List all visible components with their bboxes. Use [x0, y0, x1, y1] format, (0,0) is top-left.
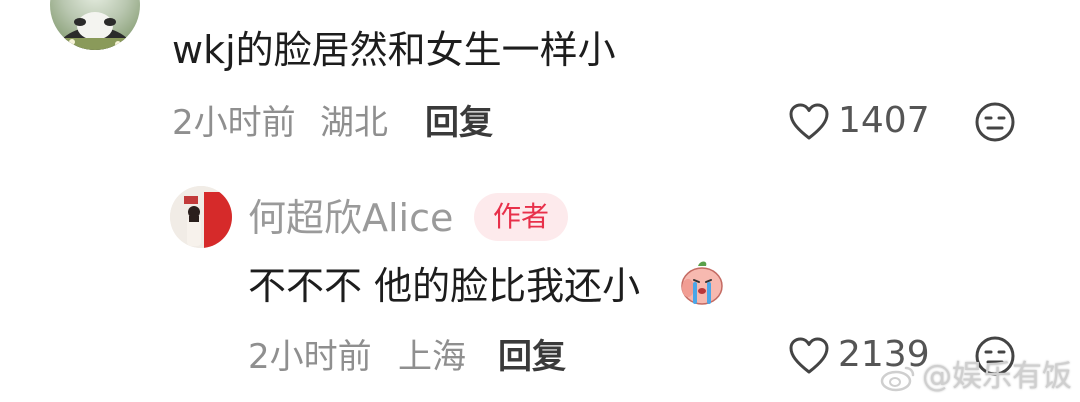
neutral-face-icon — [975, 102, 1015, 142]
reply-username[interactable]: 何超欣Alice — [248, 196, 453, 240]
commenter-avatar[interactable] — [50, 0, 140, 50]
comment-time: 2小时前 — [172, 103, 296, 143]
weibo-watermark: @娱乐有饭 — [880, 358, 1072, 396]
reply-text: 不不不 他的脸比我还小 — [248, 264, 641, 308]
reply-like-button[interactable] — [788, 336, 830, 376]
weibo-logo-icon — [880, 366, 915, 392]
heart-outline-icon — [789, 337, 829, 374]
reply-location: 上海 — [398, 337, 466, 377]
reply-author-avatar[interactable] — [170, 186, 232, 248]
watermark-text: @娱乐有饭 — [922, 359, 1072, 394]
comment-like-count: 1407 — [838, 100, 930, 141]
reply-time: 2小时前 — [248, 337, 372, 377]
comment-dislike-button[interactable] — [974, 101, 1016, 143]
author-badge: 作者 — [474, 193, 568, 241]
panda-avatar-image — [55, 12, 135, 50]
heart-outline-icon — [789, 103, 829, 140]
comment-text: wkj的脸居然和女生一样小 — [172, 28, 616, 72]
crying-peach-sticker — [678, 258, 726, 306]
comment-like-button[interactable] — [788, 102, 830, 142]
reply-reply-button[interactable]: 回复 — [498, 337, 566, 377]
comment-reply-button[interactable]: 回复 — [425, 103, 493, 143]
author-avatar-image — [170, 186, 232, 248]
crying-peach-sticker-icon — [681, 261, 723, 305]
comment-location: 湖北 — [320, 103, 388, 143]
